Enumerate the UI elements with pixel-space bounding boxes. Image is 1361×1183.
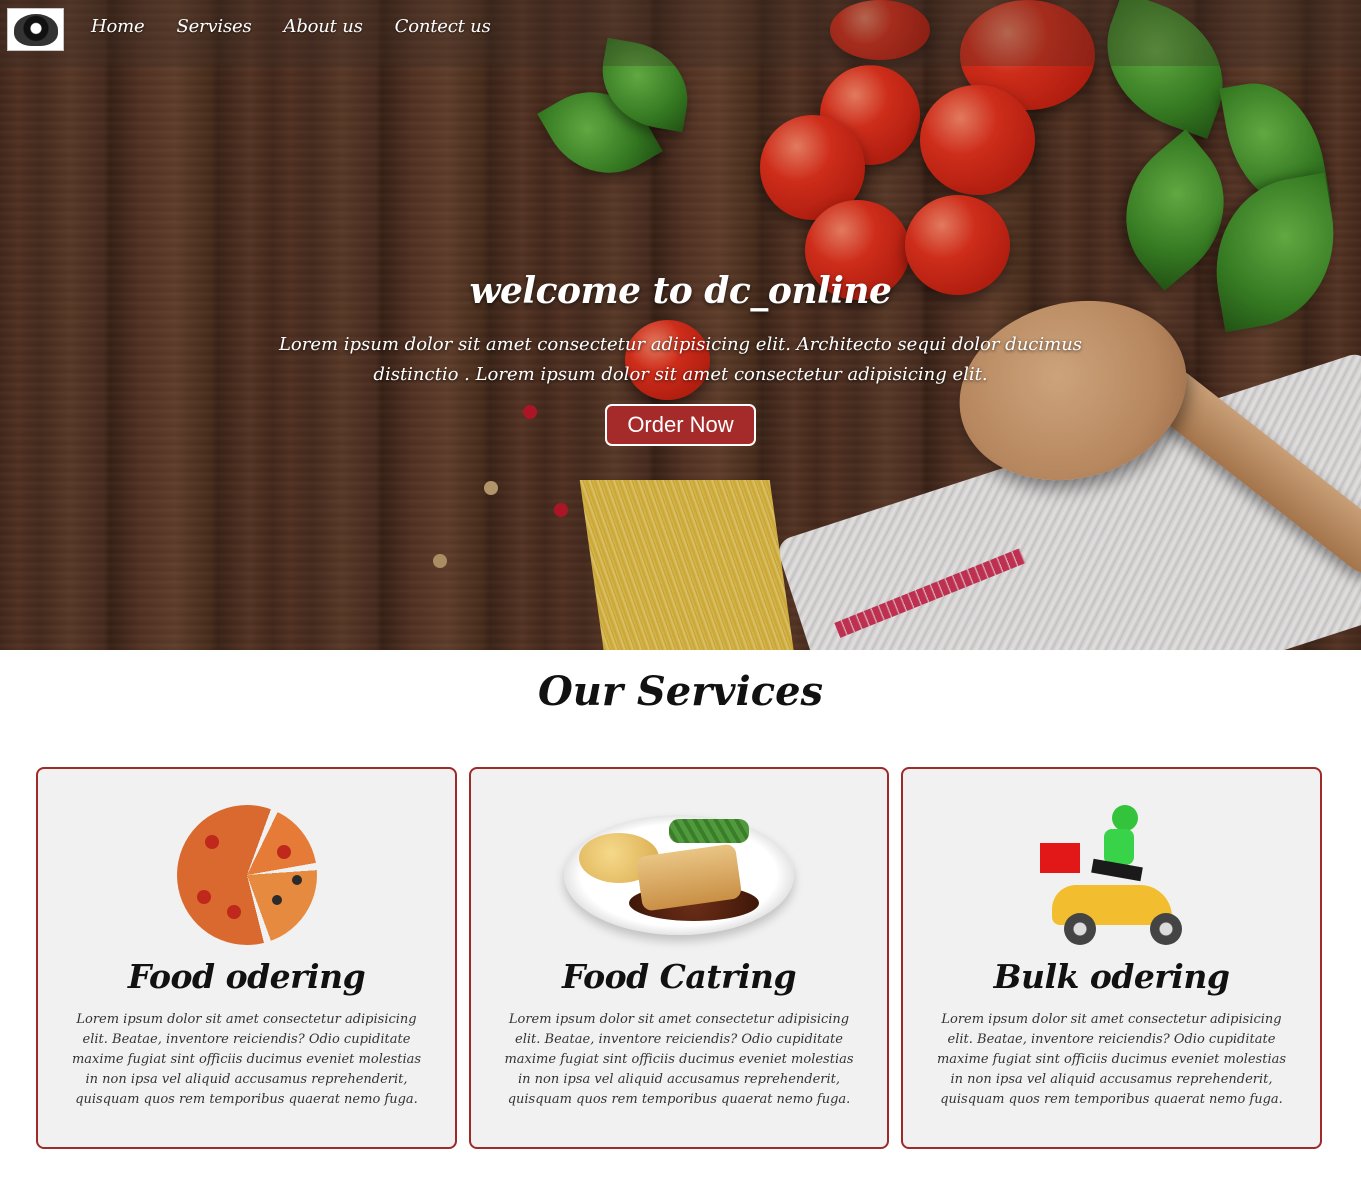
card-title: Food odering (127, 957, 366, 996)
nav-links: Home Servises About us Contect us (91, 16, 523, 37)
olive (291, 875, 302, 885)
service-card-bulk-ordering[interactable]: Bulk odering Lorem ipsum dolor sit amet … (901, 767, 1322, 1149)
service-card-food-catering[interactable]: Food Catring Lorem ipsum dolor sit amet … (469, 767, 889, 1149)
hero-text: Lorem ipsum dolor sit amet consectetur a… (278, 334, 1083, 385)
delivery-scooter-icon (992, 805, 1232, 945)
pizza-icon (127, 805, 367, 945)
nav-about-link[interactable]: About us (284, 16, 363, 37)
card-text: Lorem ipsum dolor sit amet consectetur a… (71, 1012, 422, 1107)
top-navbar: Home Servises About us Contect us (0, 0, 1361, 66)
card-title: Bulk odering (993, 957, 1230, 996)
pepperoni (204, 835, 219, 849)
scooter-wheel (1149, 913, 1182, 945)
plate-icon (559, 805, 799, 945)
rider-body (1103, 829, 1134, 865)
card-text: Lorem ipsum dolor sit amet consectetur a… (504, 1012, 854, 1107)
pepperoni (276, 845, 291, 859)
hero-content: welcome to dc_online Lorem ipsum dolor s… (0, 270, 1361, 446)
nav-services-link[interactable]: Servises (176, 16, 251, 37)
hero-section: Home Servises About us Contect us welcom… (0, 0, 1361, 650)
site-logo[interactable] (7, 8, 64, 51)
olive (271, 895, 282, 905)
scooter-wheel (1063, 913, 1096, 945)
delivery-box (1039, 843, 1080, 873)
green-beans (669, 819, 749, 843)
hero-title: welcome to dc_online (469, 270, 892, 312)
rider-leg (1090, 858, 1143, 882)
nav-contact-link[interactable]: Contect us (395, 16, 491, 37)
service-card-food-ordering[interactable]: Food odering Lorem ipsum dolor sit amet … (36, 767, 457, 1149)
pepperoni (196, 890, 211, 904)
nav-home-link[interactable]: Home (91, 16, 145, 37)
services-title: Our Services (537, 668, 824, 715)
card-title: Food Catring (561, 957, 797, 996)
rider-helmet (1111, 805, 1138, 831)
card-text: Lorem ipsum dolor sit amet consectetur a… (936, 1012, 1287, 1107)
services-cards: Food odering Lorem ipsum dolor sit amet … (36, 767, 1323, 1149)
pepperoni (226, 905, 241, 919)
lion-crest-icon (13, 13, 58, 46)
order-now-button[interactable]: Order Now (605, 404, 756, 446)
